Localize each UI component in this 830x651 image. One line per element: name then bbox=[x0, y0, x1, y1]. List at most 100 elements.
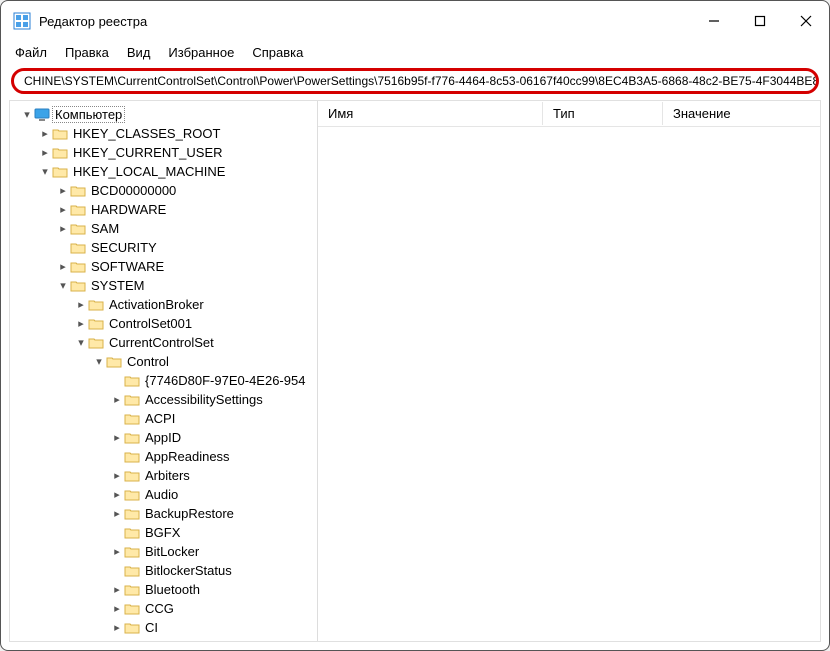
maximize-button[interactable] bbox=[737, 1, 783, 41]
folder-icon bbox=[88, 336, 104, 350]
tree-label: BitLocker bbox=[143, 544, 201, 559]
tree-label: CCG bbox=[143, 601, 176, 616]
registry-tree[interactable]: ▾ Компьютер▸ HKEY_CLASSES_ROOT▸ HKEY_CUR… bbox=[10, 101, 318, 641]
window-controls bbox=[691, 1, 829, 41]
folder-icon bbox=[52, 127, 68, 141]
expand-toggle[interactable]: ▸ bbox=[110, 640, 124, 641]
tree-label: CurrentControlSet bbox=[107, 335, 216, 350]
expand-toggle[interactable]: ▸ bbox=[110, 545, 124, 558]
tree-label: BGFX bbox=[143, 525, 182, 540]
tree-node-bgfx[interactable]: BGFX bbox=[14, 523, 317, 542]
expand-toggle[interactable] bbox=[110, 413, 124, 425]
folder-icon bbox=[70, 184, 86, 198]
expand-toggle[interactable]: ▸ bbox=[38, 146, 52, 159]
expand-toggle[interactable]: ▾ bbox=[92, 355, 106, 368]
tree-node-hkcr[interactable]: ▸ HKEY_CLASSES_ROOT bbox=[14, 124, 317, 143]
tree-label: BackupRestore bbox=[143, 506, 236, 521]
expand-toggle[interactable]: ▸ bbox=[110, 431, 124, 444]
tree-label: CI bbox=[143, 620, 160, 635]
tree-node-currentcontrolset[interactable]: ▾ CurrentControlSet bbox=[14, 333, 317, 352]
columns-header: Имя Тип Значение bbox=[318, 101, 820, 127]
tree-label: Control bbox=[125, 354, 171, 369]
tree-node-bitlockerstatus[interactable]: BitlockerStatus bbox=[14, 561, 317, 580]
expand-toggle[interactable]: ▾ bbox=[38, 165, 52, 178]
expand-toggle[interactable]: ▸ bbox=[56, 203, 70, 216]
expand-toggle[interactable]: ▸ bbox=[110, 583, 124, 596]
expand-toggle[interactable]: ▸ bbox=[74, 298, 88, 311]
menu-file[interactable]: Файл bbox=[7, 43, 55, 62]
tree-node-class[interactable]: ▸ Class bbox=[14, 637, 317, 641]
column-name[interactable]: Имя bbox=[318, 102, 543, 125]
tree-label: {7746D80F-97E0-4E26-954 bbox=[143, 373, 307, 388]
folder-icon bbox=[70, 241, 86, 255]
tree-node-system[interactable]: ▾ SYSTEM bbox=[14, 276, 317, 295]
expand-toggle[interactable] bbox=[110, 565, 124, 577]
expand-toggle[interactable]: ▸ bbox=[56, 260, 70, 273]
minimize-button[interactable] bbox=[691, 1, 737, 41]
folder-icon bbox=[124, 469, 140, 483]
column-value[interactable]: Значение bbox=[663, 102, 820, 125]
folder-icon bbox=[88, 317, 104, 331]
tree-node-bitlocker[interactable]: ▸ BitLocker bbox=[14, 542, 317, 561]
tree-node-ci[interactable]: ▸ CI bbox=[14, 618, 317, 637]
expand-toggle[interactable]: ▸ bbox=[110, 602, 124, 615]
folder-icon bbox=[124, 393, 140, 407]
expand-toggle[interactable]: ▸ bbox=[38, 127, 52, 140]
expand-toggle[interactable] bbox=[110, 375, 124, 387]
tree-node-accessibility[interactable]: ▸ AccessibilitySettings bbox=[14, 390, 317, 409]
tree-node-audio[interactable]: ▸ Audio bbox=[14, 485, 317, 504]
tree-node-acpi[interactable]: ACPI bbox=[14, 409, 317, 428]
tree-label: ACPI bbox=[143, 411, 177, 426]
close-button[interactable] bbox=[783, 1, 829, 41]
folder-icon bbox=[124, 526, 140, 540]
tree-node-bluetooth[interactable]: ▸ Bluetooth bbox=[14, 580, 317, 599]
tree-label: Компьютер bbox=[53, 107, 124, 122]
expand-toggle[interactable] bbox=[110, 527, 124, 539]
address-input[interactable]: CHINE\SYSTEM\CurrentControlSet\Control\P… bbox=[11, 68, 819, 94]
tree-node-backuprestore[interactable]: ▸ BackupRestore bbox=[14, 504, 317, 523]
folder-icon bbox=[124, 621, 140, 635]
folder-icon bbox=[52, 165, 68, 179]
tree-label: HKEY_CLASSES_ROOT bbox=[71, 126, 222, 141]
tree-node-activationbroker[interactable]: ▸ ActivationBroker bbox=[14, 295, 317, 314]
tree-label: Bluetooth bbox=[143, 582, 202, 597]
folder-icon bbox=[70, 260, 86, 274]
tree-node-ccg[interactable]: ▸ CCG bbox=[14, 599, 317, 618]
tree-node-arbiters[interactable]: ▸ Arbiters bbox=[14, 466, 317, 485]
menu-favorites[interactable]: Избранное bbox=[160, 43, 242, 62]
tree-node-guid[interactable]: {7746D80F-97E0-4E26-954 bbox=[14, 371, 317, 390]
tree-node-controlset001[interactable]: ▸ ControlSet001 bbox=[14, 314, 317, 333]
expand-toggle[interactable]: ▸ bbox=[56, 184, 70, 197]
expand-toggle[interactable]: ▸ bbox=[110, 393, 124, 406]
tree-node-bcd[interactable]: ▸ BCD00000000 bbox=[14, 181, 317, 200]
tree-node-appid[interactable]: ▸ AppID bbox=[14, 428, 317, 447]
expand-toggle[interactable]: ▸ bbox=[110, 488, 124, 501]
menu-edit[interactable]: Правка bbox=[57, 43, 117, 62]
expand-toggle[interactable]: ▾ bbox=[56, 279, 70, 292]
expand-toggle[interactable] bbox=[56, 242, 70, 254]
tree-node-appreadiness[interactable]: AppReadiness bbox=[14, 447, 317, 466]
tree-node-root[interactable]: ▾ Компьютер bbox=[14, 105, 317, 124]
expand-toggle[interactable]: ▸ bbox=[56, 222, 70, 235]
tree-node-hklm[interactable]: ▾ HKEY_LOCAL_MACHINE bbox=[14, 162, 317, 181]
expand-toggle[interactable] bbox=[110, 451, 124, 463]
column-type[interactable]: Тип bbox=[543, 102, 663, 125]
expand-toggle[interactable]: ▸ bbox=[110, 621, 124, 634]
tree-node-sam[interactable]: ▸ SAM bbox=[14, 219, 317, 238]
tree-node-hkcu[interactable]: ▸ HKEY_CURRENT_USER bbox=[14, 143, 317, 162]
tree-label: BitlockerStatus bbox=[143, 563, 234, 578]
tree-node-control[interactable]: ▾ Control bbox=[14, 352, 317, 371]
tree-node-hardware[interactable]: ▸ HARDWARE bbox=[14, 200, 317, 219]
tree-node-security[interactable]: SECURITY bbox=[14, 238, 317, 257]
expand-toggle[interactable]: ▸ bbox=[74, 317, 88, 330]
expand-toggle[interactable]: ▸ bbox=[110, 469, 124, 482]
expand-toggle[interactable]: ▸ bbox=[110, 507, 124, 520]
folder-icon bbox=[124, 564, 140, 578]
expand-toggle[interactable]: ▾ bbox=[20, 108, 34, 121]
menu-view[interactable]: Вид bbox=[119, 43, 159, 62]
tree-label: HARDWARE bbox=[89, 202, 168, 217]
expand-toggle[interactable]: ▾ bbox=[74, 336, 88, 349]
tree-label: Arbiters bbox=[143, 468, 192, 483]
tree-node-software[interactable]: ▸ SOFTWARE bbox=[14, 257, 317, 276]
menu-help[interactable]: Справка bbox=[244, 43, 311, 62]
